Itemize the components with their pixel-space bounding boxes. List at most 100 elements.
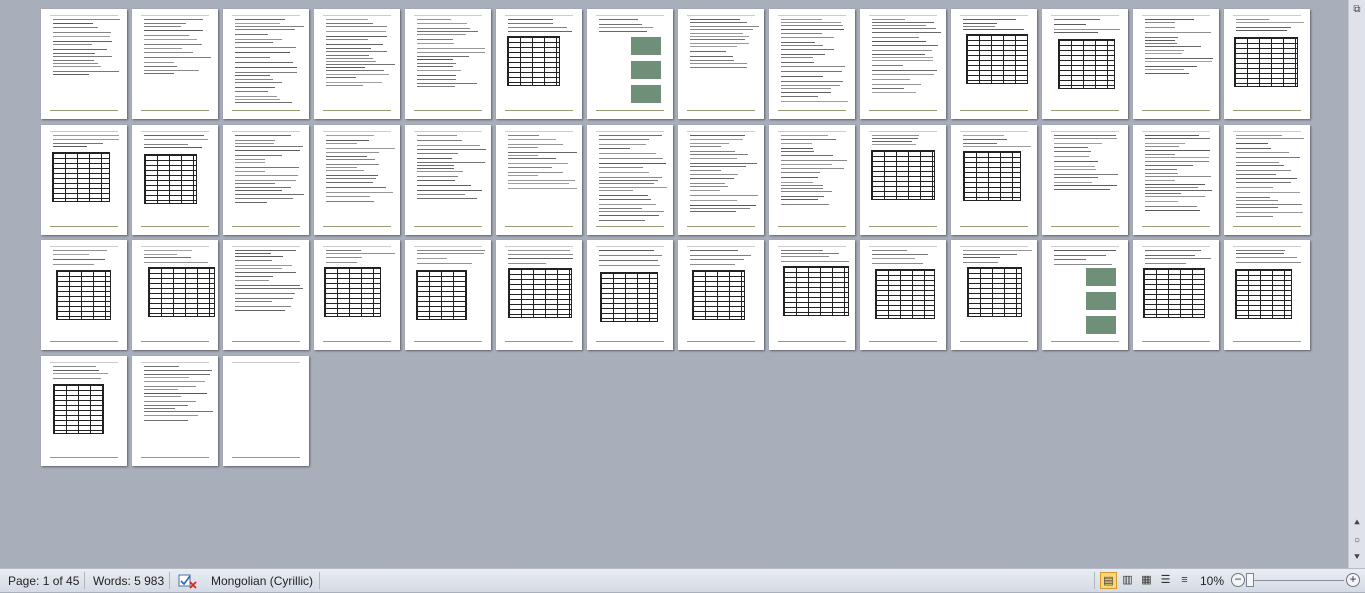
page-thumbnail[interactable] (678, 124, 764, 235)
page-header-rule (232, 246, 300, 247)
page-thumbnail[interactable] (496, 240, 582, 350)
page-thumbnail[interactable] (132, 9, 218, 119)
zoom-out-button[interactable]: − (1231, 573, 1245, 587)
text-line (781, 22, 841, 23)
text-line (417, 197, 477, 199)
page-thumbnail[interactable] (1042, 9, 1128, 119)
page-thumbnail[interactable] (405, 9, 491, 119)
page-thumbnail[interactable] (496, 124, 582, 235)
print-layout-icon[interactable]: ▤ (1100, 572, 1117, 589)
web-layout-icon[interactable]: ▦ (1138, 572, 1155, 589)
outline-view-icon[interactable]: ☰ (1157, 572, 1174, 589)
text-line (781, 181, 813, 183)
page-thumbnail[interactable] (1224, 240, 1310, 350)
page-thumbnail[interactable] (678, 240, 764, 350)
page-thumbnail[interactable] (1133, 240, 1219, 350)
text-line (690, 255, 751, 256)
page-thumbnail[interactable] (132, 355, 218, 466)
page-thumbnail[interactable] (1224, 9, 1310, 119)
page-thumbnail[interactable] (587, 124, 673, 235)
page-thumbnail[interactable] (769, 240, 855, 350)
page-thumbnail[interactable] (41, 124, 127, 235)
zoom-slider-thumb[interactable] (1246, 573, 1254, 587)
page-indicator[interactable]: Page: 1 of 45 (8, 573, 79, 589)
page-thumbnail[interactable] (587, 240, 673, 350)
page-thumbnail[interactable] (405, 240, 491, 350)
page-thumbnail[interactable] (41, 355, 127, 466)
text-line (235, 142, 274, 144)
page-thumbnail[interactable] (769, 124, 855, 235)
text-line (1054, 134, 1116, 136)
next-page-button[interactable]: ⯆ (1350, 550, 1364, 566)
text-line (235, 158, 265, 160)
language-indicator[interactable]: Mongolian (Cyrillic) (211, 573, 313, 589)
text-line (508, 134, 539, 136)
page-thumbnail[interactable] (41, 9, 127, 119)
page-thumbnail[interactable] (951, 240, 1037, 350)
text-line (508, 151, 577, 153)
text-line (235, 265, 292, 266)
page-thumbnail[interactable] (1042, 240, 1128, 350)
zoom-level[interactable]: 10% (1200, 573, 1224, 589)
reading-view-icon[interactable]: ▥ (1119, 572, 1136, 589)
zoom-in-button[interactable]: + (1346, 573, 1360, 587)
previous-page-button[interactable]: ⯅ (1350, 516, 1364, 532)
page-thumbnail[interactable] (496, 9, 582, 119)
page-thumbnail[interactable] (41, 240, 127, 350)
text-line (235, 29, 295, 30)
page-header-rule (414, 246, 482, 247)
view-ruler-icon[interactable]: ⧉ (1350, 2, 1364, 18)
text-line (508, 258, 573, 259)
page-thumbnail[interactable] (860, 240, 946, 350)
text-line (1145, 258, 1211, 259)
page-thumbnail[interactable] (860, 124, 946, 235)
draft-view-icon[interactable]: ≡ (1176, 572, 1193, 589)
page-thumbnail[interactable] (587, 9, 673, 119)
text-line (326, 36, 387, 37)
page-thumbnail[interactable] (1133, 9, 1219, 119)
page-header-rule (687, 15, 755, 16)
page-thumbnail[interactable] (1224, 124, 1310, 235)
text-line (508, 182, 569, 184)
page-thumbnail[interactable] (314, 124, 400, 235)
page-footer-rule (505, 225, 573, 227)
page-thumbnail[interactable] (223, 124, 309, 235)
page-thumbnail[interactable] (951, 9, 1037, 119)
text-line (235, 34, 268, 35)
page-thumbnail[interactable] (405, 124, 491, 235)
proofing-check-icon[interactable] (178, 572, 198, 589)
text-line (235, 19, 285, 20)
page-thumbnail[interactable] (314, 240, 400, 350)
word-count[interactable]: Words: 5 983 (93, 573, 164, 589)
page-header-rule (1051, 246, 1119, 247)
page-thumbnail[interactable] (860, 9, 946, 119)
status-bar: Page: 1 of 45 Words: 5 983 Mongolian (Cy… (0, 568, 1365, 592)
text-line (781, 62, 814, 63)
page-thumbnail[interactable] (223, 240, 309, 350)
text-line (781, 66, 845, 67)
page-thumbnail[interactable] (223, 355, 309, 466)
text-line (690, 157, 737, 159)
page-thumbnail[interactable] (678, 9, 764, 119)
text-line (872, 50, 932, 51)
page-thumbnail[interactable] (223, 9, 309, 119)
text-line (144, 254, 177, 255)
text-line (872, 258, 915, 259)
page-thumbnail[interactable] (314, 9, 400, 119)
text-line (872, 60, 933, 61)
select-browse-object-button[interactable]: ○ (1350, 533, 1364, 549)
page-thumbnail[interactable] (132, 124, 218, 235)
page-thumbnail[interactable] (769, 9, 855, 119)
text-line (326, 177, 376, 179)
vertical-scrollbar[interactable]: ⧉ ⯅ ○ ⯆ (1348, 0, 1365, 568)
page-thumbnail[interactable] (1133, 124, 1219, 235)
page-thumbnail[interactable] (951, 124, 1037, 235)
page-thumbnail[interactable] (1042, 124, 1128, 235)
text-line (326, 166, 357, 168)
document-thumbnail-view[interactable] (0, 0, 1348, 568)
text-line (781, 203, 829, 205)
text-line (417, 258, 447, 259)
text-line (690, 259, 744, 260)
page-thumbnail[interactable] (132, 240, 218, 350)
zoom-slider[interactable] (1250, 580, 1344, 581)
